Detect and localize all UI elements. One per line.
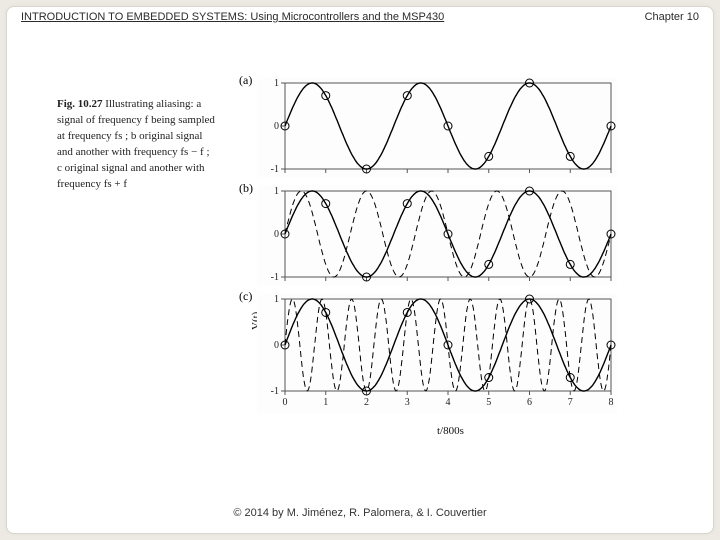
svg-text:0: 0	[274, 340, 279, 351]
svg-text:4: 4	[446, 397, 451, 408]
svg-text:1: 1	[274, 186, 279, 197]
chapter-label: Chapter 10	[645, 11, 699, 23]
chart-a: -1 0 1	[257, 77, 617, 177]
svg-text:7: 7	[568, 397, 573, 408]
figure-caption: Fig. 10.27 Illustrating aliasing: a sign…	[57, 97, 217, 193]
svg-text:0: 0	[274, 229, 279, 240]
svg-text:-1: -1	[271, 272, 279, 283]
panel-c: (c) -101012345678	[257, 293, 657, 413]
slide-container: INTRODUCTION TO EMBEDDED SYSTEMS: Using …	[6, 6, 714, 534]
slide-header: INTRODUCTION TO EMBEDDED SYSTEMS: Using …	[21, 11, 699, 23]
svg-text:3: 3	[405, 397, 410, 408]
svg-text:0: 0	[274, 121, 279, 132]
panel-a-label: (a)	[239, 73, 252, 88]
book-title: INTRODUCTION TO EMBEDDED SYSTEMS: Using …	[21, 11, 444, 23]
svg-text:1: 1	[274, 78, 279, 89]
figure-number: Fig. 10.27	[57, 98, 103, 110]
svg-text:8: 8	[609, 397, 614, 408]
svg-text:6: 6	[527, 397, 532, 408]
svg-text:-1: -1	[271, 164, 279, 175]
chart-b: -1 0 1	[257, 185, 617, 285]
panel-a: (a) -101	[257, 77, 657, 177]
svg-text:1: 1	[274, 294, 279, 305]
svg-text:2: 2	[364, 397, 369, 408]
svg-text:-1: -1	[271, 386, 279, 397]
copyright-footer: © 2014 by M. Jiménez, R. Palomera, & I. …	[7, 507, 713, 519]
panel-c-label: (c)	[239, 289, 252, 304]
svg-text:0: 0	[283, 397, 288, 408]
figure-caption-text: Illustrating aliasing: a signal of frequ…	[57, 98, 215, 190]
x-axis-title: t/800s	[437, 425, 464, 437]
chart-c: -1 0 1 0 1 2 3 4 5 6 7 8	[257, 293, 617, 413]
svg-text:1: 1	[323, 397, 328, 408]
panel-b: (b) -101	[257, 185, 657, 285]
panel-b-label: (b)	[239, 181, 253, 196]
plot-stack: (a) -101 (b) -101 (c) -101012345678	[257, 77, 657, 421]
svg-text:5: 5	[486, 397, 491, 408]
